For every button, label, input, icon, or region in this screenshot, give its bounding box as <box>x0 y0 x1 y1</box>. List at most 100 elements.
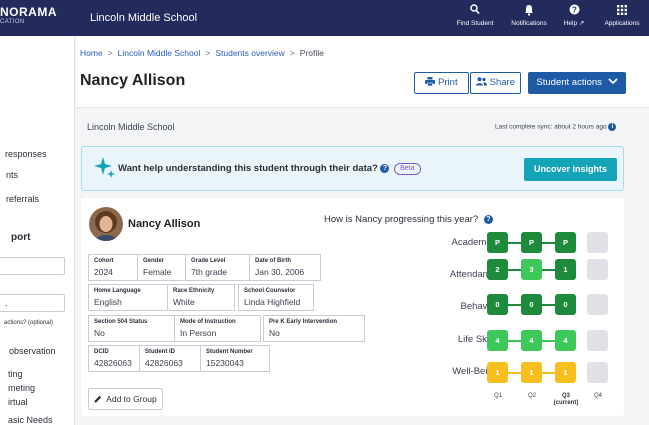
share-label: Share <box>489 77 515 88</box>
sidebar-item-referrals[interactable]: referrals <box>6 194 39 204</box>
field-value: 42826063 <box>145 358 183 368</box>
profile-header: Home > Lincoln Middle School > Students over… <box>76 36 649 108</box>
field-label: Cohort <box>94 258 114 264</box>
progress-row-label: Well-Being <box>452 366 498 377</box>
beta-badge: Beta <box>394 163 421 175</box>
field-label: Section 504 Status <box>94 319 148 325</box>
progress-cell[interactable]: P <box>487 232 508 253</box>
breadcrumb-students-overview[interactable]: Students overview <box>215 48 284 58</box>
field-gender: Gender Female <box>137 254 186 281</box>
progress-cell[interactable]: 1 <box>555 259 576 280</box>
field-label: Student Number <box>206 349 253 355</box>
field-value: In Person <box>180 328 217 338</box>
progress-cell[interactable]: 0 <box>521 294 542 315</box>
sidebar-section-report: port <box>11 232 31 243</box>
field-date-of-birth: Date of Birth Jan 30, 2006 <box>249 254 321 281</box>
progress-cell[interactable]: 1 <box>555 362 576 383</box>
breadcrumb: Home > Lincoln Middle School > Students over… <box>80 48 324 58</box>
applications-button[interactable]: Applications <box>598 4 646 32</box>
sidebar-filter-select[interactable]: . <box>0 294 65 312</box>
quarter-label-text: Q3 <box>561 393 570 399</box>
field-label: DCID <box>94 349 109 355</box>
school-selector[interactable]: Lincoln Middle School <box>90 12 197 24</box>
field-section-504: Section 504 Status No <box>88 315 176 342</box>
field-label: Home Language <box>94 288 141 294</box>
student-actions-button[interactable]: Student actions <box>528 72 626 94</box>
people-icon <box>476 77 490 88</box>
print-button[interactable]: Print <box>414 72 469 94</box>
sidebar-item-observation[interactable]: observation <box>9 346 56 356</box>
sidebar-item-meting[interactable]: meting <box>8 383 35 393</box>
progress-cell[interactable]: 2 <box>487 259 508 280</box>
notifications-button[interactable]: Notifications <box>504 4 554 32</box>
sidebar-item-responses[interactable]: responses <box>5 149 47 159</box>
field-label: Race Ethnicity <box>173 288 215 294</box>
progress-cell[interactable]: 1 <box>487 362 508 383</box>
add-to-group-button[interactable]: Add to Group <box>88 388 163 410</box>
field-label: School Counselor <box>244 288 296 294</box>
field-grade-level: Grade Level 7th grade <box>185 254 250 281</box>
insight-question: Want help understanding this student thr… <box>118 163 421 175</box>
progress-cell[interactable]: 0 <box>487 294 508 315</box>
left-sidebar: responses nts referrals port . actions? … <box>0 36 75 425</box>
field-value: 15230043 <box>206 358 244 368</box>
sidebar-item-basic-needs[interactable]: asic Needs <box>8 415 53 425</box>
info-icon[interactable]: i <box>608 123 617 131</box>
field-student-id: Student ID 42826063 <box>139 345 201 372</box>
progress-title: How is Nancy progressing this year? ? <box>324 214 493 225</box>
school-name: Lincoln Middle School <box>87 122 175 132</box>
field-value: Linda Highfield <box>244 297 301 307</box>
student-card: Nancy Allison Cohort 2024 Gender Female … <box>81 198 624 416</box>
progress-cell[interactable]: P <box>555 232 576 253</box>
progress-cell[interactable]: 3 <box>521 259 542 280</box>
find-student-button[interactable]: Find Student <box>449 4 501 32</box>
quarter-label: Q1 <box>483 393 513 400</box>
quarter-label-text: Q1 <box>493 393 502 399</box>
field-label: Grade Level <box>191 258 226 264</box>
progress-cell[interactable]: P <box>521 232 542 253</box>
breadcrumb-home[interactable]: Home <box>80 48 103 58</box>
progress-row-label: Behavior <box>460 301 499 312</box>
sidebar-item-ting[interactable]: ting <box>8 369 23 379</box>
help-button[interactable]: ? Help ↗ <box>559 4 589 32</box>
sidebar-item-virtual[interactable]: irtual <box>8 397 28 407</box>
field-value: White <box>173 297 195 307</box>
quarter-label: Q4 <box>583 393 613 400</box>
sidebar-filter-input[interactable] <box>0 257 65 275</box>
field-value: English <box>94 297 122 307</box>
quarter-label: Q3 (current) <box>551 393 581 407</box>
top-bar: NORAMA CATION Lincoln Middle School Find… <box>0 0 649 36</box>
progress-cell[interactable]: 4 <box>487 330 508 351</box>
brand-tagline: CATION <box>0 19 25 25</box>
sub-header: Lincoln Middle School Last complete sync… <box>76 108 649 144</box>
progress-cell[interactable]: 4 <box>521 330 542 351</box>
field-mode-of-instruction: Mode of Instruction In Person <box>174 315 261 342</box>
printer-icon <box>425 77 438 88</box>
help-circle-icon[interactable]: ? <box>483 214 493 224</box>
uncover-insights-button[interactable]: Uncover insights <box>524 158 617 181</box>
notifications-label: Notifications <box>511 20 547 27</box>
progress-cell <box>587 259 608 280</box>
student-actions-label: Student actions <box>536 77 602 88</box>
progress-cell[interactable]: 1 <box>521 362 542 383</box>
help-icon: ? <box>559 4 589 19</box>
breadcrumb-school[interactable]: Lincoln Middle School <box>118 48 201 58</box>
progress-row-label: Attendance <box>449 269 498 280</box>
progress-cell <box>587 294 608 315</box>
field-school-counselor: School Counselor Linda Highfield <box>238 284 314 311</box>
print-label: Print <box>438 77 458 88</box>
progress-cell[interactable]: 0 <box>555 294 576 315</box>
chevron-down-icon <box>605 77 618 88</box>
help-circle-icon[interactable]: ? <box>380 163 390 173</box>
brand-name: NORAMA <box>0 5 57 19</box>
field-cohort: Cohort 2024 <box>88 254 140 281</box>
grid-icon <box>598 4 646 19</box>
progress-cell[interactable]: 4 <box>555 330 576 351</box>
brand-logo[interactable]: NORAMA CATION <box>0 5 74 31</box>
field-value: Jan 30, 2006 <box>255 267 305 277</box>
current-quarter-label: (current) <box>553 400 579 406</box>
share-button[interactable]: Share <box>470 72 521 94</box>
sync-status-text: Last complete sync: about 2 hours ago <box>495 123 607 131</box>
sidebar-filter-value: . <box>5 298 8 308</box>
sidebar-item-nts[interactable]: nts <box>6 170 18 180</box>
